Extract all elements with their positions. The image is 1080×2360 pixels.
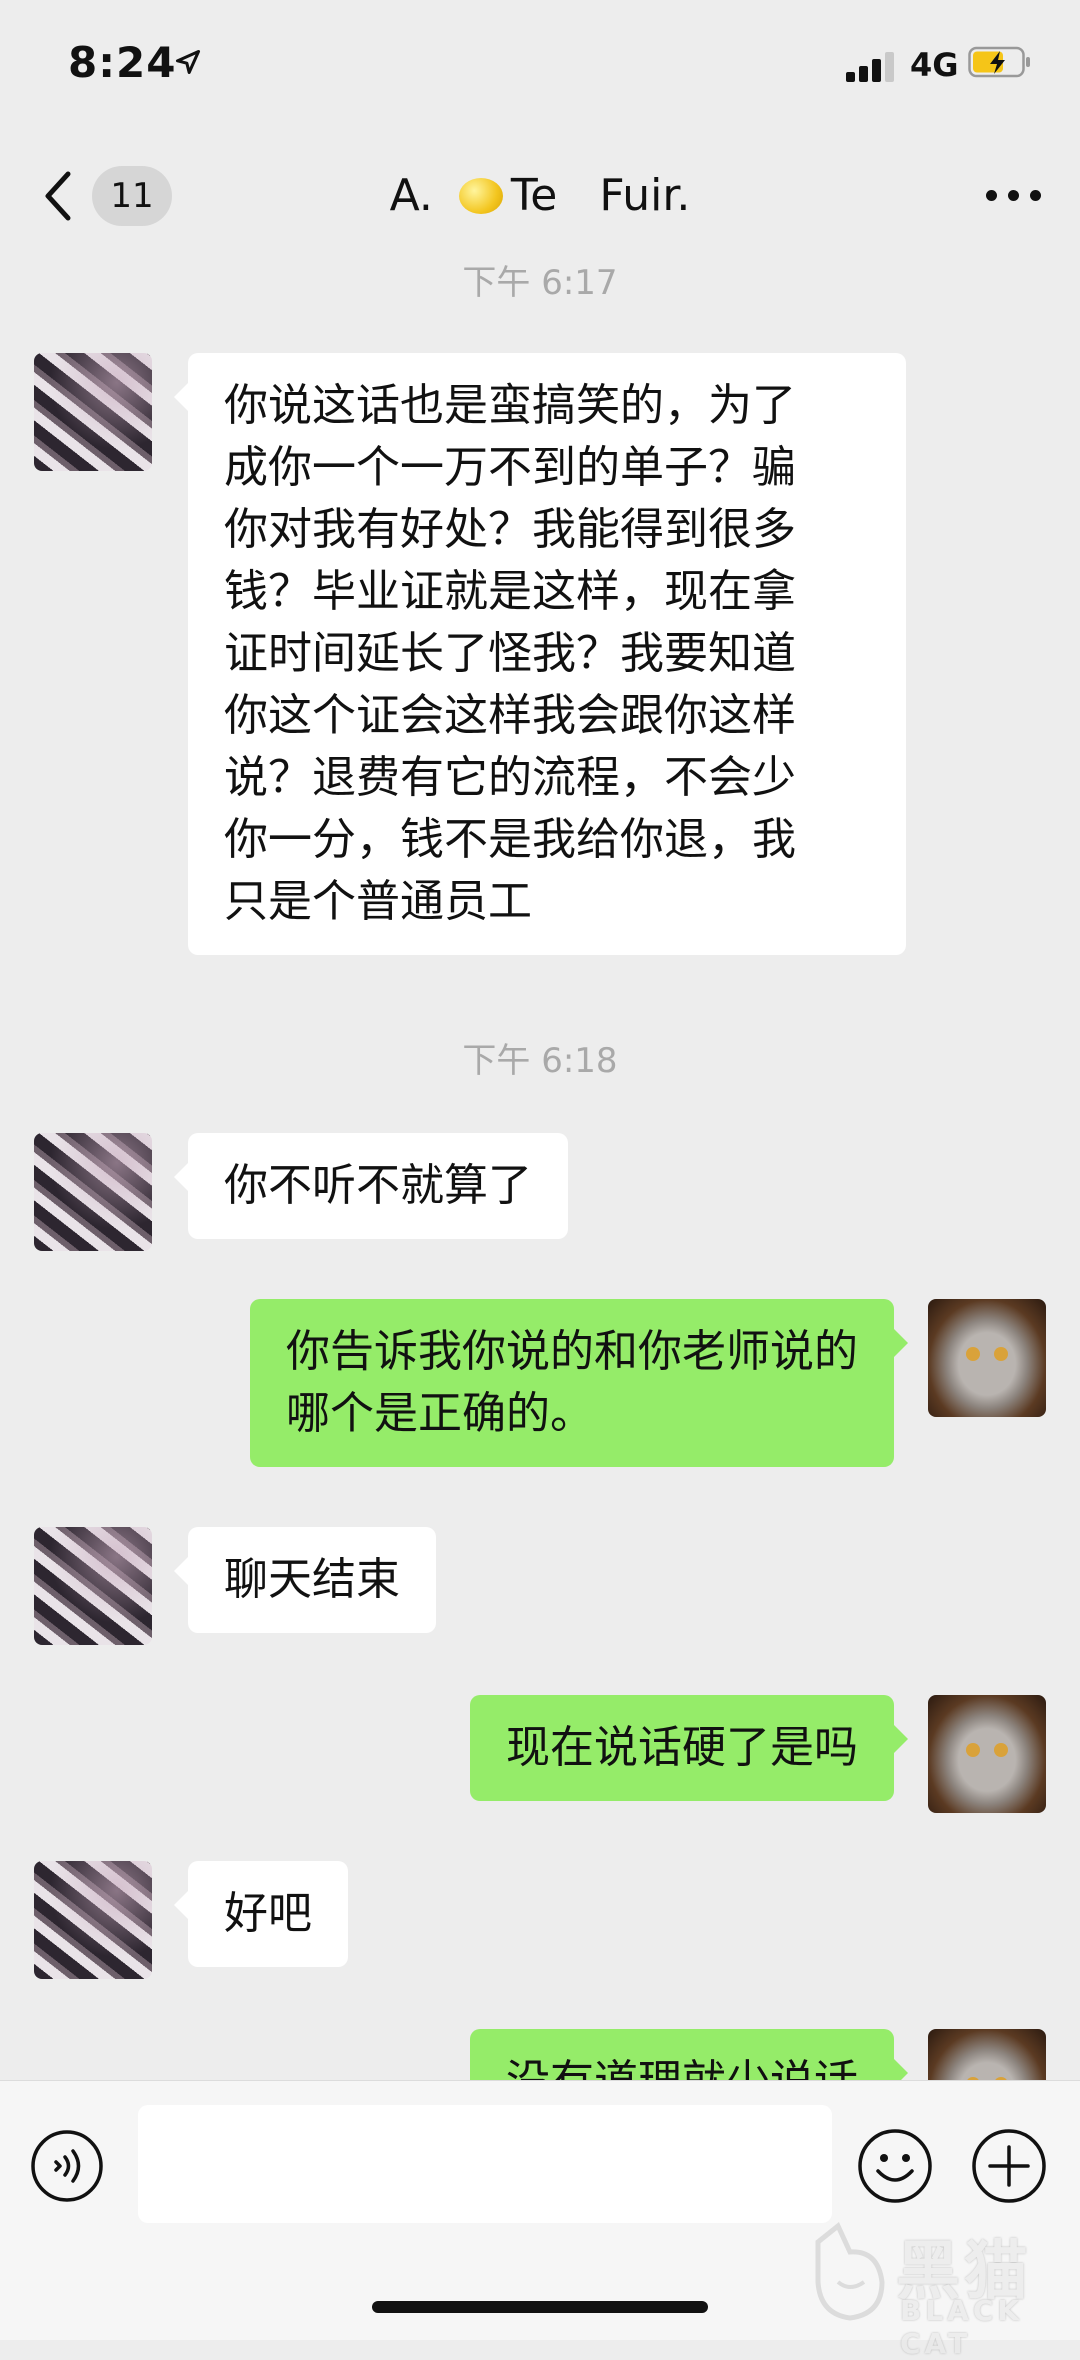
chat-message-list[interactable]: 下午 6:17 你说这话也是蛮搞笑的，为了 成你一个一万不到的单子？骗 你对我有… xyxy=(0,255,1080,2080)
status-time: 8:24 xyxy=(68,38,177,87)
location-arrow-icon xyxy=(175,49,201,75)
outgoing-message-bubble[interactable]: 现在说话硬了是吗 xyxy=(470,1695,908,1801)
home-indicator[interactable] xyxy=(372,2301,708,2313)
battery-charging-icon xyxy=(968,46,1030,78)
voice-wave-icon[interactable] xyxy=(30,2129,104,2203)
network-type: 4G xyxy=(910,46,959,84)
contact-avatar[interactable] xyxy=(34,1133,152,1251)
smiley-icon[interactable] xyxy=(856,2127,934,2205)
signal-bars-icon xyxy=(846,50,898,82)
lemon-emoji-icon xyxy=(458,178,503,214)
message-line: 你不听不就算了 xyxy=(224,1160,532,1211)
contact-avatar[interactable] xyxy=(34,1527,152,1645)
message-line: 证时间延长了怪我？我要知道 xyxy=(224,628,796,679)
chat-title-suffix: Te Fuir. xyxy=(510,170,691,221)
outgoing-message-bubble[interactable]: 没有道理就少说话 xyxy=(470,2029,908,2080)
plus-circle-icon[interactable] xyxy=(970,2127,1048,2205)
incoming-message-bubble[interactable]: 你说这话也是蛮搞笑的，为了 成你一个一万不到的单子？骗 你对我有好处？我能得到很… xyxy=(174,353,906,955)
message-line: 你一分，钱不是我给你退，我 xyxy=(224,814,796,865)
watermark-english: BLACK CAT xyxy=(900,2294,1024,2360)
contact-avatar[interactable] xyxy=(34,1861,152,1979)
status-bar: 8:24 4G xyxy=(0,0,1080,140)
message-timestamp: 下午 6:17 xyxy=(462,263,618,303)
cat-head-logo-icon xyxy=(815,2222,885,2321)
message-line: 好吧 xyxy=(224,1888,312,1939)
message-line: 你对我有好处？我能得到很多 xyxy=(224,504,796,555)
my-avatar[interactable] xyxy=(928,1695,1046,1813)
incoming-message-bubble[interactable]: 你不听不就算了 xyxy=(174,1133,568,1239)
message-line: 你告诉我你说的和你老师说的 xyxy=(286,1326,858,1377)
message-line: 没有道理就少说话 xyxy=(506,2051,858,2080)
message-line: 成你一个一万不到的单子？骗 xyxy=(224,442,796,493)
message-line: 现在说话硬了是吗 xyxy=(506,1722,858,1773)
contact-avatar[interactable] xyxy=(34,353,152,471)
incoming-message-bubble[interactable]: 聊天结束 xyxy=(174,1527,436,1633)
message-line: 哪个是正确的。 xyxy=(286,1388,594,1439)
outgoing-message-bubble[interactable]: 你告诉我你说的和你老师说的 哪个是正确的。 xyxy=(250,1299,908,1467)
message-line: 你这个证会这样我会跟你这样 xyxy=(224,690,796,741)
chat-title-prefix: A. xyxy=(389,170,433,221)
message-text-input[interactable] xyxy=(138,2105,832,2223)
message-line: 聊天结束 xyxy=(224,1554,400,1605)
black-cat-watermark: 黑猫 BLACK CAT xyxy=(808,2222,1078,2360)
my-avatar[interactable] xyxy=(928,1299,1046,1417)
message-line: 钱？毕业证就是这样，现在拿 xyxy=(224,566,796,617)
message-line: 说？退费有它的流程，不会少 xyxy=(224,752,796,803)
message-line: 你说这话也是蛮搞笑的，为了 xyxy=(224,380,796,431)
chat-title[interactable]: A. Te Fuir. xyxy=(0,170,1080,221)
message-timestamp: 下午 6:18 xyxy=(462,1041,618,1081)
chat-nav-bar: 11 A. Te Fuir. xyxy=(0,140,1080,255)
incoming-message-bubble[interactable]: 好吧 xyxy=(174,1861,348,1967)
my-avatar[interactable] xyxy=(928,2029,1046,2080)
message-line: 只是个普通员工 xyxy=(224,876,532,927)
more-dots-icon[interactable] xyxy=(986,190,1042,202)
